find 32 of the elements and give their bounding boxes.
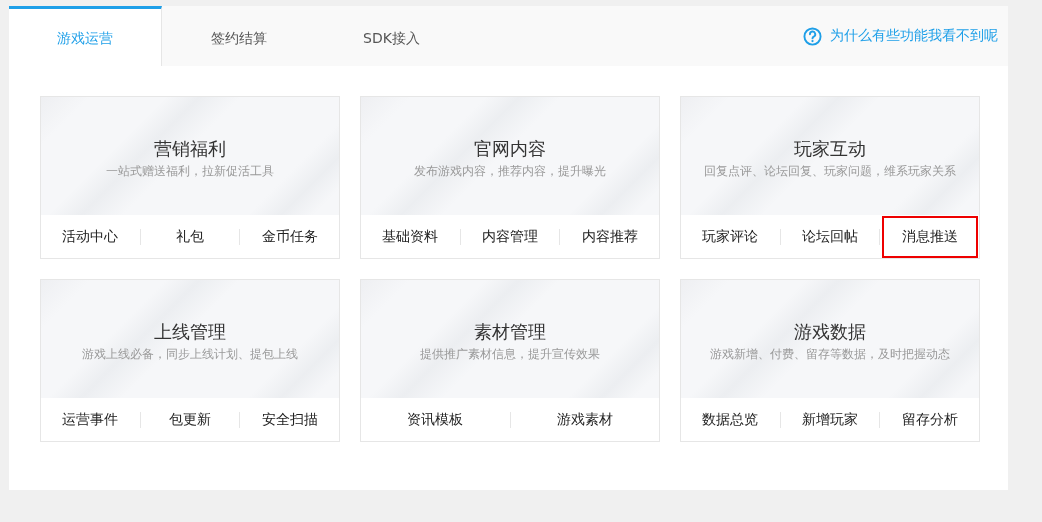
card-link[interactable]: 内容推荐 xyxy=(561,215,658,258)
card-link[interactable]: 消息推送 xyxy=(881,215,978,258)
card-link[interactable]: 内容管理 xyxy=(462,215,558,258)
card-link[interactable]: 安全扫描 xyxy=(241,398,338,441)
card-title: 玩家互动 xyxy=(794,136,866,161)
card-subtitle: 游戏上线必备，同步上线计划、提包上线 xyxy=(82,345,298,363)
card-link[interactable]: 金币任务 xyxy=(241,215,338,258)
card-subtitle: 一站式赠送福利，拉新促活工具 xyxy=(106,162,274,180)
card-link[interactable]: 论坛回帖 xyxy=(782,215,878,258)
card-link[interactable]: 运营事件 xyxy=(42,398,139,441)
card-title: 素材管理 xyxy=(474,319,546,344)
tab[interactable]: 签约结算 xyxy=(162,6,315,66)
tab[interactable]: SDK接入 xyxy=(315,6,468,66)
card-subtitle: 游戏新增、付费、留存等数据，及时把握动态 xyxy=(710,345,950,363)
card-title: 营销福利 xyxy=(154,136,226,161)
card-link[interactable]: 资讯模板 xyxy=(387,398,484,441)
help-icon xyxy=(803,26,822,46)
card-link[interactable]: 游戏素材 xyxy=(536,398,633,441)
card-title: 游戏数据 xyxy=(794,319,866,344)
card-link[interactable]: 玩家评论 xyxy=(682,215,779,258)
card-link[interactable]: 基础资料 xyxy=(362,215,459,258)
card-link[interactable]: 新增玩家 xyxy=(782,398,878,441)
card-title: 上线管理 xyxy=(154,319,226,344)
card-subtitle: 回复点评、论坛回复、玩家问题，维系玩家关系 xyxy=(704,162,956,180)
card-link[interactable]: 留存分析 xyxy=(881,398,978,441)
card-link[interactable]: 包更新 xyxy=(149,398,231,441)
card-link[interactable]: 活动中心 xyxy=(42,215,139,258)
card-link[interactable]: 礼包 xyxy=(156,215,224,258)
card-subtitle: 提供推广素材信息，提升宣传效果 xyxy=(420,345,600,363)
card-subtitle: 发布游戏内容，推荐内容，提升曝光 xyxy=(414,162,606,180)
card-title: 官网内容 xyxy=(474,136,546,161)
card-link[interactable]: 数据总览 xyxy=(682,398,779,441)
